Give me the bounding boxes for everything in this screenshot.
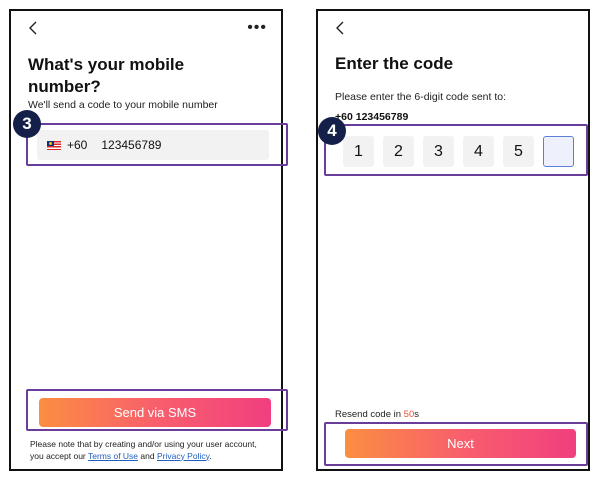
back-chevron-icon[interactable] [27, 20, 41, 36]
page-subtitle: We'll send a code to your mobile number [28, 99, 218, 111]
resend-code-text: Resend code in 50s [335, 409, 419, 420]
page-subtitle: Please enter the 6-digit code sent to: [335, 91, 507, 103]
target-phone-number: +60 123456789 [335, 111, 409, 123]
step-4-badge: 4 [318, 117, 346, 145]
back-chevron-icon[interactable] [334, 20, 348, 36]
page-title: Enter the code [335, 54, 454, 73]
code-entry-screen: Enter the code Please enter the 6-digit … [316, 9, 590, 471]
send-button-highlight-frame [26, 389, 288, 431]
resend-prefix: Resend code in [335, 409, 404, 420]
next-button-highlight-frame [324, 422, 588, 466]
legal-conjunction: and [138, 450, 157, 461]
step-3-badge: 3 [13, 110, 41, 138]
resend-timer: 50 [403, 409, 415, 420]
legal-notice: Please note that by creating and/or usin… [30, 439, 270, 462]
legal-suffix: . [209, 450, 212, 461]
privacy-policy-link[interactable]: Privacy Policy [157, 451, 209, 461]
more-options-icon[interactable]: ••• [247, 20, 267, 36]
resend-suffix: s [414, 409, 419, 420]
step-4-highlight-frame [324, 124, 588, 176]
step-3-highlight-frame [26, 123, 288, 166]
terms-of-use-link[interactable]: Terms of Use [88, 451, 138, 461]
page-title: What's your mobile number? [28, 55, 185, 96]
